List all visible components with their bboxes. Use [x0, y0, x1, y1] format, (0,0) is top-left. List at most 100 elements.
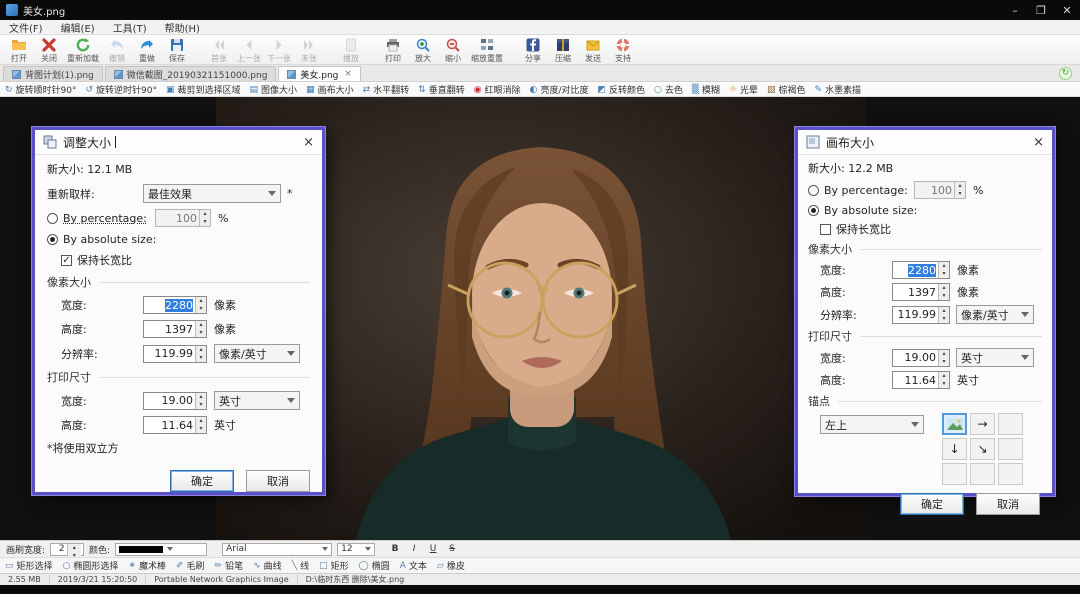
by-absolute-radio[interactable]	[808, 205, 819, 216]
ink-sketch-button[interactable]: ✎水墨素描	[814, 83, 861, 96]
ok-button[interactable]: 确定	[170, 470, 234, 492]
menu-help[interactable]: 帮助(H)	[156, 20, 209, 34]
undo-button[interactable]: 撤销	[102, 35, 132, 65]
resolution-input[interactable]: 119.99	[892, 306, 950, 324]
zoom-out-button[interactable]: 缩小	[438, 35, 468, 65]
strikethrough-button[interactable]: S	[445, 544, 459, 554]
image-size-button[interactable]: ▤图像大小	[250, 83, 298, 96]
text-tool[interactable]: A文本	[400, 559, 427, 572]
magic-wand-tool[interactable]: ✶魔术棒	[128, 559, 166, 572]
print-width-spinner[interactable]	[195, 393, 206, 409]
minimize-button[interactable]: –	[1002, 0, 1028, 20]
print-width-unit-dropdown[interactable]: 英寸	[956, 348, 1034, 367]
invert-colors-button[interactable]: ◩反转颜色	[598, 83, 646, 96]
resample-dropdown[interactable]: 最佳效果	[143, 184, 281, 203]
rectangle-tool[interactable]: □矩形	[319, 559, 349, 572]
anchor-dropdown[interactable]: 左上	[820, 415, 924, 434]
bold-button[interactable]: B	[388, 544, 402, 554]
resize-dialog-close-icon[interactable]: ×	[303, 135, 314, 150]
send-button[interactable]: 发送	[578, 35, 608, 65]
close-window-button[interactable]: ✕	[1054, 0, 1080, 20]
height-input[interactable]: 1397	[892, 283, 950, 301]
width-input[interactable]: 2280	[143, 296, 207, 314]
width-spinner[interactable]	[195, 297, 206, 313]
tab-close-icon[interactable]: ×	[344, 69, 352, 79]
print-height-spinner[interactable]	[938, 372, 949, 388]
support-button[interactable]: 支持	[608, 35, 638, 65]
glow-button[interactable]: ☼光晕	[729, 83, 758, 96]
anchor-cell-topleft[interactable]	[942, 413, 967, 435]
menu-edit[interactable]: 编辑(E)	[52, 20, 104, 34]
slideshow-button[interactable]: 播放	[336, 35, 366, 65]
ok-button[interactable]: 确定	[900, 493, 964, 515]
share-button[interactable]: 分享	[518, 35, 548, 65]
color-dropdown[interactable]	[115, 543, 207, 556]
resolution-spinner[interactable]	[938, 307, 949, 323]
anchor-cell-bottom[interactable]	[970, 463, 995, 485]
flip-horizontal-button[interactable]: ⇄水平翻转	[363, 83, 410, 96]
next-image-button[interactable]: 下一张	[264, 35, 294, 65]
anchor-cell-right[interactable]	[998, 438, 1023, 460]
height-spinner[interactable]	[938, 284, 949, 300]
line-tool[interactable]: ╲线	[292, 559, 309, 572]
resolution-unit-dropdown[interactable]: 像素/英寸	[956, 305, 1034, 324]
percentage-input[interactable]: 100	[155, 209, 211, 227]
resolution-input[interactable]: 119.99	[143, 345, 207, 363]
desaturate-button[interactable]: ○去色	[654, 83, 683, 96]
keep-ratio-checkbox[interactable]	[820, 224, 831, 235]
compress-button[interactable]: 压缩	[548, 35, 578, 65]
sepia-button[interactable]: ▨棕褐色	[767, 83, 806, 96]
cancel-button[interactable]: 取消	[976, 493, 1040, 515]
reload-button[interactable]: 重新加载	[64, 35, 102, 65]
prev-image-button[interactable]: 上一张	[234, 35, 264, 65]
maximize-button[interactable]: ❐	[1028, 0, 1054, 20]
ellipse-tool[interactable]: ◯椭圆	[359, 559, 390, 572]
rotate-cw-button[interactable]: ↻旋转顺时针90°	[5, 83, 77, 96]
anchor-cell-top[interactable]: →	[970, 413, 995, 435]
height-input[interactable]: 1397	[143, 320, 207, 338]
percentage-spinner[interactable]	[199, 210, 210, 226]
font-size-dropdown[interactable]: 12	[337, 543, 375, 556]
italic-button[interactable]: I	[407, 544, 421, 554]
by-absolute-radio[interactable]	[47, 234, 58, 245]
width-spinner[interactable]	[938, 262, 949, 278]
height-spinner[interactable]	[195, 321, 206, 337]
save-button[interactable]: 保存	[162, 35, 192, 65]
font-dropdown[interactable]: Arial	[222, 543, 332, 556]
anchor-cell-bottomleft[interactable]	[942, 463, 967, 485]
brush-width-input[interactable]: 2	[50, 543, 84, 556]
brush-tool[interactable]: ✐毛刷	[176, 559, 205, 572]
resolution-spinner[interactable]	[195, 346, 206, 362]
canvas-dialog-titlebar[interactable]: 画布大小 ×	[798, 130, 1052, 155]
print-width-unit-dropdown[interactable]: 英寸	[214, 391, 300, 410]
open-button[interactable]: 打开	[4, 35, 34, 65]
keep-ratio-checkbox[interactable]	[61, 255, 72, 266]
brightness-contrast-button[interactable]: ◐亮度/对比度	[530, 83, 589, 96]
anchor-cell-topright[interactable]	[998, 413, 1023, 435]
brush-width-spinner[interactable]	[67, 544, 84, 555]
anchor-cell-left[interactable]: ↓	[942, 438, 967, 460]
curve-tool[interactable]: ∿曲线	[253, 559, 282, 572]
print-height-spinner[interactable]	[195, 417, 206, 433]
print-width-input[interactable]: 19.00	[892, 349, 950, 367]
print-button[interactable]: 打印	[378, 35, 408, 65]
anchor-cell-bottomright[interactable]	[998, 463, 1023, 485]
zoom-reset-button[interactable]: 缩放重置	[468, 35, 506, 65]
refresh-tabs-icon[interactable]: ↻	[1059, 67, 1072, 80]
redo-button[interactable]: 重做	[132, 35, 162, 65]
tab-file-2[interactable]: 微信截图_20190321151000.png	[105, 66, 277, 81]
first-image-button[interactable]: 首张	[204, 35, 234, 65]
flip-vertical-button[interactable]: ⇅垂直翻转	[418, 83, 465, 96]
resolution-unit-dropdown[interactable]: 像素/英寸	[214, 344, 300, 363]
menu-tools[interactable]: 工具(T)	[104, 20, 156, 34]
by-percentage-radio[interactable]	[808, 185, 819, 196]
blur-button[interactable]: ▒模糊	[692, 83, 720, 96]
resize-dialog-titlebar[interactable]: 调整大小 ×	[35, 130, 322, 155]
by-percentage-radio[interactable]	[47, 213, 58, 224]
tab-file-active[interactable]: 美女.png ×	[278, 66, 361, 81]
canvas-dialog-close-icon[interactable]: ×	[1033, 135, 1044, 150]
percentage-input[interactable]: 100	[914, 181, 966, 199]
cancel-button[interactable]: 取消	[246, 470, 310, 492]
print-height-input[interactable]: 11.64	[143, 416, 207, 434]
last-image-button[interactable]: 末张	[294, 35, 324, 65]
